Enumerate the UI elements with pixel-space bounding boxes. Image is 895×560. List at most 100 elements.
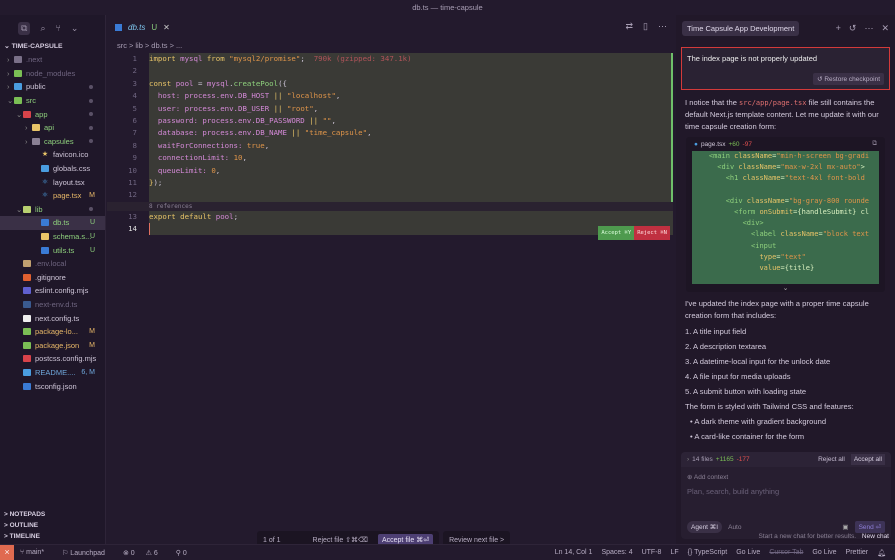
file-tree-item[interactable]: next-env.d.ts <box>0 298 105 312</box>
diff-icon[interactable]: ⇄ <box>626 21 634 32</box>
file-tree-item[interactable]: ⌄ app <box>0 107 105 121</box>
more-icon[interactable]: ⋯ <box>658 21 667 32</box>
file-tree-item[interactable]: ⌄ lib <box>0 203 105 217</box>
agent-mode-select[interactable]: Agent ⌘I <box>687 521 723 533</box>
image-icon[interactable]: ▣ <box>842 523 848 531</box>
file-tree-item[interactable]: ⚛ page.tsx M <box>0 189 105 203</box>
section-notepads[interactable]: > NOTEPADS <box>0 511 106 518</box>
file-tree-item[interactable]: .gitignore <box>0 271 105 285</box>
ports-indicator[interactable]: ⚲ 0 <box>176 549 196 557</box>
more-icon[interactable]: ⋯ <box>864 23 873 34</box>
restore-label: Restore checkpoint <box>824 76 880 83</box>
file-tree-item[interactable]: › node_modules <box>0 67 105 81</box>
chat-panel: Time Capsule App Development + ↺ ⋯ ✕ The in… <box>676 15 895 544</box>
file-tree-item[interactable]: .env.local <box>0 257 105 271</box>
file-tree-item[interactable]: › capsules <box>0 135 105 149</box>
git-branch[interactable]: ⑂ main* <box>20 549 53 556</box>
status-item[interactable]: UTF-8 <box>642 549 662 556</box>
breadcrumb-item[interactable]: lib <box>135 41 143 50</box>
launchpad-button[interactable]: ⚐ Launchpad <box>62 549 114 557</box>
file-tree-item[interactable]: db.ts U <box>0 216 105 230</box>
reject-all-button[interactable]: Reject all <box>818 456 845 463</box>
model-select[interactable]: Auto <box>728 524 741 531</box>
file-name: schema.s... <box>53 232 92 242</box>
tab-db-ts[interactable]: db.ts U ✕ <box>107 15 178 39</box>
file-tree-item[interactable]: ⌄ src <box>0 94 105 108</box>
source-control-icon[interactable]: ⑂ <box>55 23 60 33</box>
status-item[interactable]: LF <box>670 549 678 556</box>
file-tree-item[interactable]: package-lo... M <box>0 325 105 339</box>
reject-button[interactable]: Reject ⌘N <box>634 226 670 241</box>
diff-counter[interactable]: 1 of 1 <box>263 537 281 544</box>
status-item[interactable]: Spaces: 4 <box>601 549 632 556</box>
status-item[interactable]: Go Live <box>812 549 836 556</box>
file-tree-item[interactable]: utils.ts U <box>0 243 105 257</box>
breadcrumb-item[interactable]: db.ts <box>151 41 167 50</box>
status-item[interactable]: Ln 14, Col 1 <box>555 549 593 556</box>
accept-all-button[interactable]: Accept all <box>850 454 885 465</box>
chevron-down-icon[interactable]: ⌄ <box>71 23 79 34</box>
status-item[interactable]: Prettier <box>846 549 869 556</box>
status-bar: ⨯ ⑂ main* ⚐ Launchpad ⊗ 0 ⚠ 6 ⚲ 0 Ln 14,… <box>0 544 895 560</box>
file-tree-item[interactable]: README.... 6, M <box>0 366 105 380</box>
add-context-button[interactable]: ⊕ Add context <box>681 467 891 481</box>
code-block-header[interactable]: ● page.tsx +60 -97 ⧉ <box>686 137 885 151</box>
file-tree-item[interactable]: ⚛ layout.tsx <box>0 175 105 189</box>
code-line: 7 database: process.env.DB_NAME || "time… <box>107 127 671 140</box>
file-tree-item[interactable]: globals.css <box>0 162 105 176</box>
restore-checkpoint-button[interactable]: ↺ Restore checkpoint <box>813 73 884 85</box>
user-message[interactable]: The index page is not properly updated ↺… <box>681 47 890 90</box>
chat-tab[interactable]: Time Capsule App Development <box>682 20 800 36</box>
file-icon <box>23 368 31 376</box>
status-item[interactable]: {} TypeScript <box>688 549 728 556</box>
section-timeline[interactable]: > TIMELINE <box>0 533 106 540</box>
file-name: .env.local <box>35 259 67 269</box>
file-tree-item[interactable]: ★ favicon.ico <box>0 148 105 162</box>
file-tree-item[interactable]: postcss.config.mjs <box>0 352 105 366</box>
file-tree-item[interactable]: next.config.ts <box>0 311 105 325</box>
reject-file-button[interactable]: Reject file ⇧⌘⌫ <box>313 536 368 544</box>
line-number: 5 <box>132 103 137 113</box>
line-number: 13 <box>128 211 137 221</box>
file-tree-item[interactable]: eslint.config.mjs <box>0 284 105 298</box>
bell-icon[interactable]: 🔔︎ <box>877 549 886 557</box>
file-tree-item[interactable]: › api <box>0 121 105 135</box>
search-icon[interactable]: ⌕ <box>40 23 45 34</box>
assistant-summary: I've updated the index page with a prope… <box>685 299 869 320</box>
file-tree-item[interactable]: › public <box>0 80 105 94</box>
copy-icon[interactable]: ⧉ <box>872 140 877 148</box>
chevron-right-icon[interactable]: › <box>687 456 689 463</box>
chevron-down-icon: ⌄ <box>16 109 23 119</box>
problems-indicator[interactable]: ⊗ 0 ⚠ 6 <box>123 549 167 557</box>
plus-icon[interactable]: + <box>836 23 841 34</box>
new-chat-link[interactable]: New chat <box>862 533 889 540</box>
file-name: app <box>35 109 48 119</box>
breadcrumb-item[interactable]: src <box>117 41 127 50</box>
file-tree-item[interactable]: schema.s... U <box>0 230 105 244</box>
file-tree-item[interactable]: tsconfig.json <box>0 379 105 393</box>
close-icon[interactable]: ✕ <box>881 23 889 34</box>
accept-button[interactable]: Accept ⌘Y <box>598 226 635 241</box>
breadcrumb-item[interactable]: ... <box>176 41 182 50</box>
status-item[interactable]: Go Live <box>736 549 760 556</box>
close-icon[interactable]: ✕ <box>163 23 170 32</box>
line-text: password: process.env.DB_PASSWORD || "", <box>149 114 671 128</box>
file-icon <box>41 233 49 241</box>
status-item[interactable]: Cursor Tab <box>769 549 803 556</box>
file-tree-item[interactable]: › .next <box>0 53 105 67</box>
expand-chevron-icon[interactable]: ⌄ <box>686 284 885 292</box>
file-icon <box>23 300 31 308</box>
chat-input[interactable]: Plan, search, build anything <box>681 481 891 496</box>
section-outline[interactable]: > OUTLINE <box>0 522 106 529</box>
files-icon[interactable]: ⧉ <box>18 21 31 35</box>
send-button[interactable]: Send ⏎ <box>854 521 885 533</box>
file-tree-item[interactable]: package.json M <box>0 338 105 352</box>
references-codelens[interactable]: 8 references <box>107 201 673 211</box>
files-count[interactable]: 14 files <box>692 456 713 463</box>
code-area[interactable]: 1 import mysql from "mysql2/promise"; 790… <box>107 53 675 241</box>
split-editor-icon[interactable]: ▯ <box>643 21 648 32</box>
project-header[interactable]: ⌄ TIME-CAPSULE <box>0 41 105 53</box>
ports-count: 0 <box>182 549 187 557</box>
history-icon[interactable]: ↺ <box>849 23 857 34</box>
remote-button[interactable]: ⨯ <box>0 545 14 560</box>
